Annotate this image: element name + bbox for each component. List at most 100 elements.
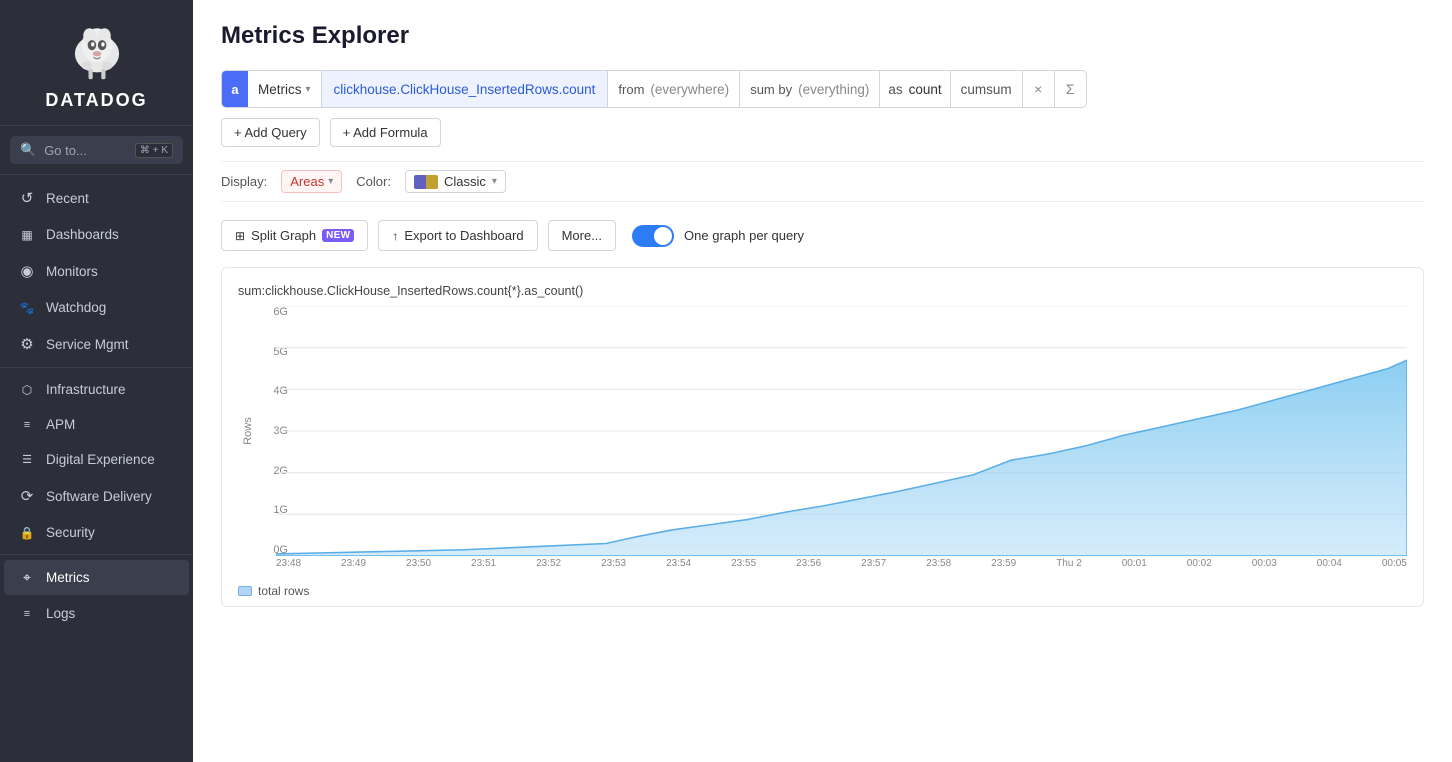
toggle-label: One graph per query: [684, 228, 804, 243]
one-graph-per-query-toggle[interactable]: [632, 225, 674, 247]
chart-svg-container: [276, 306, 1407, 556]
display-type-chevron-icon: ▾: [328, 176, 333, 187]
search-icon: 🔍: [20, 142, 36, 158]
display-label: Display:: [221, 174, 267, 189]
sidebar-divider-1: [0, 174, 193, 175]
color-label: Color:: [356, 174, 391, 189]
sidebar-item-digital-experience[interactable]: ☰ Digital Experience: [4, 443, 189, 476]
x-label-2348: 23:48: [276, 558, 301, 576]
sidebar-item-label: Software Delivery: [46, 489, 152, 504]
add-query-button[interactable]: + Add Query: [221, 118, 320, 147]
query-from-label: from: [618, 82, 644, 97]
query-sumby-field[interactable]: sum by (everything): [740, 71, 880, 107]
more-label: More...: [562, 228, 602, 243]
sidebar: DATADOG 🔍 Go to... ⌘ + K ↺ Recent ▦ Dash…: [0, 0, 193, 762]
x-label-2352: 23:52: [536, 558, 561, 576]
sidebar-item-recent[interactable]: ↺ Recent: [4, 180, 189, 216]
x-label-0005: 00:05: [1382, 558, 1407, 576]
display-type-select[interactable]: Areas ▾: [281, 170, 342, 193]
sidebar-item-service-mgmt[interactable]: ⚙ Service Mgmt: [4, 326, 189, 362]
sidebar-item-security[interactable]: 🔒 Security: [4, 516, 189, 549]
x-label-0004: 00:04: [1317, 558, 1342, 576]
sidebar-logo: DATADOG: [0, 0, 193, 126]
color-swatch: [414, 175, 438, 189]
sidebar-item-logs[interactable]: ≡ Logs: [4, 597, 189, 630]
sidebar-item-monitors[interactable]: ◉ Monitors: [4, 253, 189, 289]
query-from-value: (everywhere): [650, 82, 729, 97]
export-icon: ↑: [392, 229, 398, 243]
app-name: DATADOG: [45, 90, 147, 111]
query-type-select[interactable]: Metrics ▾: [248, 71, 322, 107]
x-label-2353: 23:53: [601, 558, 626, 576]
sidebar-item-metrics[interactable]: ⌖ Metrics: [4, 560, 189, 595]
query-type-chevron-icon: ▾: [306, 84, 311, 95]
split-graph-label: Split Graph: [251, 228, 316, 243]
chart-legend: total rows: [238, 584, 1407, 598]
global-search[interactable]: 🔍 Go to... ⌘ + K: [10, 136, 183, 164]
sidebar-item-label: Security: [46, 525, 95, 540]
security-icon: 🔒: [18, 526, 36, 540]
sidebar-item-apm[interactable]: ≡ APM: [4, 408, 189, 441]
split-graph-new-badge: NEW: [322, 229, 354, 242]
query-close-button[interactable]: ×: [1022, 71, 1054, 107]
software-delivery-icon: ⟳: [18, 487, 36, 505]
add-query-label: + Add Query: [234, 125, 307, 140]
query-as-label: as: [888, 82, 902, 97]
service-mgmt-icon: ⚙: [18, 335, 36, 353]
export-dashboard-label: Export to Dashboard: [404, 228, 523, 243]
x-label-0003: 00:03: [1252, 558, 1277, 576]
display-type-value: Areas: [290, 174, 324, 189]
query-metric-input[interactable]: clickhouse.ClickHouse_InsertedRows.count: [322, 71, 609, 107]
x-label-2356: 23:56: [796, 558, 821, 576]
x-label-2358: 23:58: [926, 558, 951, 576]
datadog-logo-icon: [63, 18, 131, 86]
legend-swatch: [238, 586, 252, 596]
sidebar-item-label: Logs: [46, 606, 75, 621]
export-dashboard-button[interactable]: ↑ Export to Dashboard: [378, 220, 537, 251]
query-as-value: count: [909, 82, 942, 97]
x-label-2349: 23:49: [341, 558, 366, 576]
x-label-2351: 23:51: [471, 558, 496, 576]
add-buttons-row: + Add Query + Add Formula: [221, 118, 1424, 147]
sidebar-item-watchdog[interactable]: 🐾 Watchdog: [4, 291, 189, 324]
query-cumsum-field[interactable]: cumsum: [951, 71, 1022, 107]
query-badge-a: a: [222, 71, 248, 107]
metrics-icon: ⌖: [18, 569, 36, 586]
chart-area: Rows 6G 5G 4G 3G 2G 1G 0G: [238, 306, 1407, 576]
query-sumby-label: sum by: [750, 82, 792, 97]
graph-container: sum:clickhouse.ClickHouse_InsertedRows.c…: [221, 267, 1424, 607]
query-sigma-button[interactable]: Σ: [1054, 71, 1086, 107]
sidebar-divider-3: [0, 554, 193, 555]
x-label-2359: 23:59: [991, 558, 1016, 576]
graph-formula: sum:clickhouse.ClickHouse_InsertedRows.c…: [238, 284, 1407, 298]
add-formula-button[interactable]: + Add Formula: [330, 118, 441, 147]
sidebar-item-infrastructure[interactable]: ⬡ Infrastructure: [4, 373, 189, 406]
sidebar-item-label: Watchdog: [46, 300, 106, 315]
split-graph-button[interactable]: ⊞ Split Graph NEW: [221, 220, 368, 251]
more-button[interactable]: More...: [548, 220, 616, 251]
sidebar-item-label: Service Mgmt: [46, 337, 129, 352]
sidebar-item-label: Metrics: [46, 570, 90, 585]
digital-exp-icon: ☰: [18, 453, 36, 466]
color-scheme-value: Classic: [444, 174, 486, 189]
apm-icon: ≡: [18, 419, 36, 431]
dashboards-icon: ▦: [18, 228, 36, 242]
query-from-field[interactable]: from (everywhere): [608, 71, 740, 107]
sidebar-item-dashboards[interactable]: ▦ Dashboards: [4, 218, 189, 251]
color-scheme-select[interactable]: Classic ▾: [405, 170, 506, 193]
x-label-2354: 23:54: [666, 558, 691, 576]
sidebar-item-label: APM: [46, 417, 75, 432]
legend-label: total rows: [258, 584, 309, 598]
add-formula-label: + Add Formula: [343, 125, 428, 140]
x-label-2350: 23:50: [406, 558, 431, 576]
watchdog-icon: 🐾: [18, 301, 36, 315]
sigma-icon: Σ: [1066, 81, 1075, 97]
area-chart-svg: [276, 306, 1407, 556]
query-sumby-value: (everything): [798, 82, 869, 97]
sidebar-item-label: Monitors: [46, 264, 98, 279]
query-row-a: a Metrics ▾ clickhouse.ClickHouse_Insert…: [221, 70, 1087, 108]
main-content: Metrics Explorer a Metrics ▾ clickhouse.…: [193, 0, 1452, 762]
sidebar-item-label: Digital Experience: [46, 452, 155, 467]
sidebar-item-software-delivery[interactable]: ⟳ Software Delivery: [4, 478, 189, 514]
infrastructure-icon: ⬡: [18, 383, 36, 397]
